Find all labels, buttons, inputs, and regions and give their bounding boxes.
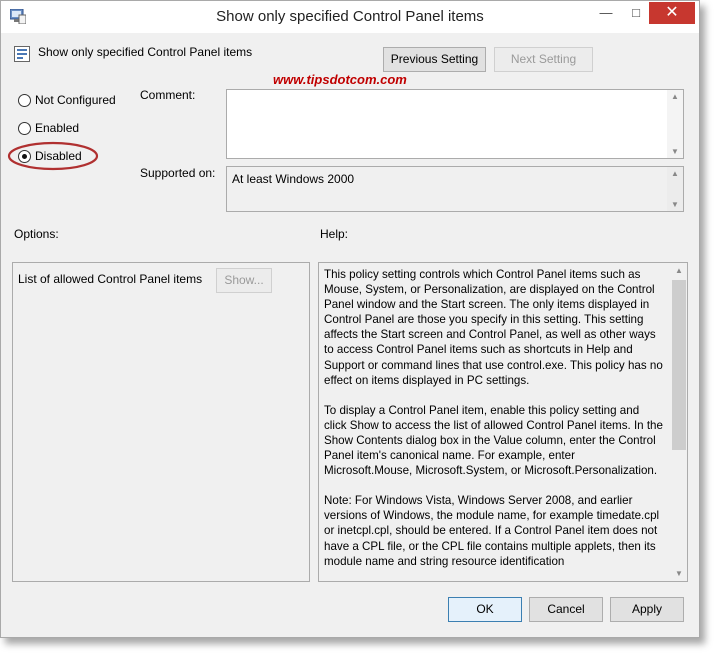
comment-field[interactable]: ▲ ▼ <box>226 89 684 159</box>
help-text: This policy setting controls which Contr… <box>324 267 664 581</box>
previous-setting-button[interactable]: Previous Setting <box>383 47 486 72</box>
comment-scrollbar[interactable]: ▲ ▼ <box>667 90 683 158</box>
next-setting-button[interactable]: Next Setting <box>494 47 593 72</box>
not-configured-label: Not Configured <box>35 93 116 107</box>
cancel-button[interactable]: Cancel <box>529 597 603 622</box>
apply-button[interactable]: Apply <box>610 597 684 622</box>
help-paragraph: This policy setting controls which Contr… <box>324 268 663 387</box>
supported-on-field: At least Windows 2000 ▲ ▼ <box>226 166 684 212</box>
minimize-icon: — <box>599 5 613 20</box>
policy-name: Show only specified Control Panel items <box>38 45 253 59</box>
ok-button[interactable]: OK <box>448 597 522 622</box>
scroll-down-icon: ▼ <box>675 569 683 578</box>
scroll-down-icon: ▼ <box>671 200 679 209</box>
dialog-window: Show only specified Control Panel items … <box>0 0 700 638</box>
help-paragraph: Note: For Windows Vista, Windows Server … <box>324 494 660 568</box>
minimize-button[interactable]: — <box>591 2 621 24</box>
maximize-icon: □ <box>632 5 640 20</box>
maximize-button[interactable]: □ <box>621 2 651 24</box>
supported-on-label: Supported on: <box>140 166 216 180</box>
scroll-up-icon: ▲ <box>671 169 679 178</box>
policy-setting-icon <box>14 46 30 62</box>
scroll-up-icon: ▲ <box>675 266 683 275</box>
close-icon: ✕ <box>665 4 679 21</box>
comment-label: Comment: <box>140 88 196 102</box>
scroll-up-icon: ▲ <box>671 92 679 101</box>
allowed-items-label: List of allowed Control Panel items <box>18 272 203 286</box>
not-configured-radio[interactable] <box>18 94 31 107</box>
show-button[interactable]: Show... <box>216 268 272 293</box>
supported-scrollbar[interactable]: ▲ ▼ <box>667 167 683 211</box>
scroll-thumb[interactable] <box>672 280 686 450</box>
help-scrollbar[interactable]: ▲ ▼ <box>671 263 687 581</box>
supported-on-value: At least Windows 2000 <box>232 172 355 186</box>
options-heading: Options: <box>14 227 59 241</box>
help-heading: Help: <box>320 227 349 241</box>
enabled-label: Enabled <box>35 121 80 135</box>
highlight-ellipse <box>7 141 99 171</box>
scroll-down-icon: ▼ <box>671 147 679 156</box>
watermark-url: www.tipsdotcom.com <box>273 72 407 87</box>
close-button[interactable]: ✕ <box>649 2 695 24</box>
title-bar: Show only specified Control Panel items … <box>1 1 699 33</box>
help-paragraph: To display a Control Panel item, enable … <box>324 403 663 478</box>
help-panel: This policy setting controls which Contr… <box>318 262 688 582</box>
enabled-radio[interactable] <box>18 122 31 135</box>
options-panel: List of allowed Control Panel items Show… <box>12 262 310 582</box>
